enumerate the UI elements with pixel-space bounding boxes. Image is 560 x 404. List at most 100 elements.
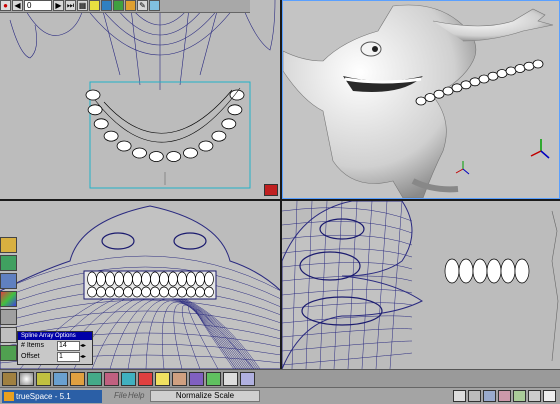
material-icon[interactable] — [121, 371, 136, 386]
text-icon[interactable] — [223, 371, 238, 386]
script-icon[interactable] — [240, 371, 255, 386]
tool-column — [0, 237, 18, 369]
tooth-mark — [166, 151, 182, 162]
tooth-mark — [168, 286, 178, 298]
paint-icon[interactable] — [138, 371, 153, 386]
primitive-toolbar — [0, 369, 560, 387]
tooth-mark — [204, 271, 214, 287]
sphere-icon[interactable] — [19, 371, 34, 386]
tooth-mark — [186, 271, 196, 287]
tooth-mark — [132, 147, 147, 159]
keyframe-icon[interactable]: ▦ — [77, 0, 88, 11]
frame-field[interactable]: 0 — [24, 0, 52, 11]
solid-render-view — [283, 4, 554, 198]
sweep-icon[interactable] — [0, 309, 17, 325]
wireframe-top-view — [9, 0, 276, 189]
tooth-mark — [132, 271, 142, 287]
spline-icon[interactable] — [0, 273, 17, 289]
tooth-mark — [424, 93, 436, 102]
color-icon[interactable] — [0, 291, 17, 307]
panel-title: Spline Array Options — [18, 332, 92, 340]
face-icon[interactable] — [172, 371, 187, 386]
viewport-divider-vertical[interactable] — [280, 0, 282, 369]
tooth-mark — [195, 271, 205, 287]
tooth-mark — [433, 89, 445, 99]
play-forward-icon[interactable]: ▶ — [53, 0, 64, 11]
tooth-mark — [442, 86, 454, 96]
cylinder-icon[interactable] — [53, 371, 68, 386]
tooth-mark — [514, 64, 526, 73]
play-reverse-icon[interactable]: ◀ — [12, 0, 23, 11]
tooth-mark — [132, 286, 142, 298]
render-view-icon[interactable] — [264, 184, 278, 196]
deform-icon[interactable] — [206, 371, 221, 386]
tooth-mark — [96, 286, 106, 298]
menu-help[interactable]: Help — [128, 391, 144, 400]
items-input[interactable]: 14 — [57, 340, 80, 351]
tooth-mark — [87, 271, 97, 287]
object-icon[interactable] — [125, 0, 136, 11]
pencil-icon[interactable]: ✎ — [137, 0, 148, 11]
tooth-mark — [141, 271, 151, 287]
tooth-mark — [469, 77, 481, 87]
offset-stepper[interactable]: ◂▸ — [80, 353, 86, 360]
axes-icon[interactable] — [89, 0, 100, 11]
viewport-top-right[interactable] — [282, 0, 560, 199]
tooth-mark — [177, 286, 187, 298]
tooth-mark — [195, 286, 205, 298]
zoom-icon[interactable] — [498, 390, 511, 402]
app-title[interactable]: trueSpace - 5.1 — [2, 390, 102, 403]
menu-file[interactable]: File — [114, 391, 127, 400]
tooth-mark — [150, 271, 160, 287]
tooth-mark — [103, 130, 119, 142]
torus-icon[interactable] — [104, 371, 119, 386]
tooth-mark — [514, 258, 530, 284]
move-icon[interactable] — [0, 255, 17, 271]
viewport-top-left[interactable] — [0, 0, 282, 199]
material-icon[interactable] — [101, 0, 112, 11]
light-icon[interactable] — [155, 371, 170, 386]
scale-icon[interactable] — [528, 390, 541, 402]
tooth-mark — [168, 271, 178, 287]
tooth-mark — [204, 286, 214, 298]
tooth-mark — [444, 258, 460, 284]
wireframe-side-view — [282, 201, 559, 369]
tooth-mark — [472, 258, 488, 284]
cone-icon[interactable] — [36, 371, 51, 386]
array-icon[interactable] — [0, 345, 17, 361]
plane-icon[interactable] — [87, 371, 102, 386]
truespace-logo-icon — [4, 392, 14, 401]
offset-label: Offset — [21, 353, 40, 360]
end-icon[interactable]: ⏭ — [65, 0, 76, 11]
tooth-mark — [415, 96, 427, 106]
tooth-mark — [460, 80, 472, 90]
folder-icon[interactable] — [0, 237, 17, 253]
tooth-mark — [159, 286, 169, 298]
arrow-icon[interactable] — [453, 390, 466, 402]
tooth-mark — [186, 286, 196, 298]
offset-input[interactable]: 1 — [57, 351, 80, 362]
cube-icon[interactable] — [70, 371, 85, 386]
view-icon[interactable] — [513, 390, 526, 402]
undo-icon[interactable] — [543, 390, 556, 402]
camera-icon[interactable] — [2, 371, 17, 386]
render-icon[interactable] — [189, 371, 204, 386]
tooth-mark — [458, 258, 474, 284]
tooth-mark — [105, 271, 115, 287]
tooth-mark — [105, 286, 115, 298]
tooth-mark — [123, 286, 133, 298]
tooth-mark — [486, 258, 502, 284]
record-icon[interactable]: ● — [0, 0, 11, 11]
tooth-mark — [478, 74, 490, 84]
paint-icon[interactable] — [113, 0, 124, 11]
items-stepper[interactable]: ◂▸ — [80, 342, 86, 349]
tooth-mark — [96, 271, 106, 287]
tooth-mark — [496, 69, 508, 78]
tooth-mark — [116, 140, 132, 152]
tooth-mark — [148, 151, 164, 162]
pan-icon[interactable] — [468, 390, 481, 402]
lathe-icon[interactable] — [0, 327, 17, 343]
rotate-icon[interactable] — [483, 390, 496, 402]
viewport-bottom-right[interactable] — [282, 201, 560, 369]
perspective-icon[interactable] — [149, 0, 160, 11]
